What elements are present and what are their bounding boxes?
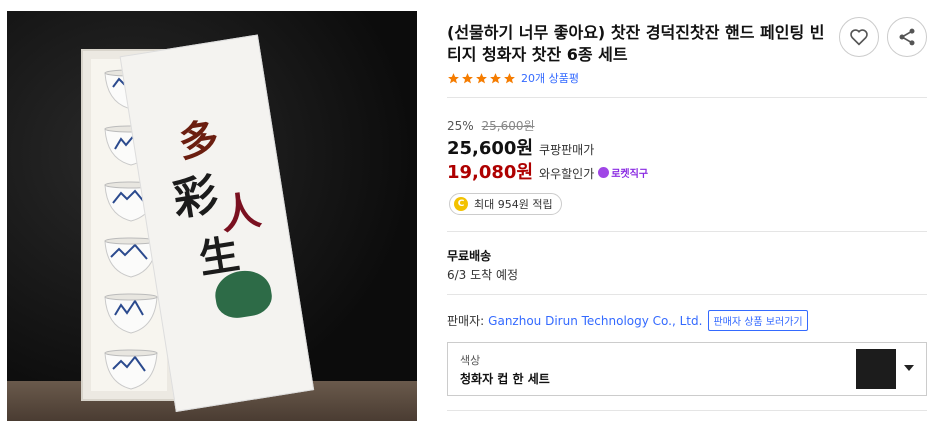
point-badge: C 최대 954원 적립 xyxy=(449,193,562,215)
teacup-6 xyxy=(104,349,158,390)
rating-stars[interactable]: 20개 상품평 xyxy=(447,70,579,86)
product-title: (선물하기 너무 좋아요) 찻잔 경덕진찻잔 핸드 페인팅 빈티지 청화자 찻잔… xyxy=(447,23,825,64)
coin-icon: C xyxy=(454,197,468,211)
wow-price: 19,080원 xyxy=(447,162,534,183)
star-icon xyxy=(476,72,487,83)
star-icon xyxy=(504,72,515,83)
product-image[interactable]: 多 彩 人 生 xyxy=(7,11,417,421)
shipping-arrival: 6/3 도착 예정 xyxy=(447,268,519,282)
teacup-5 xyxy=(104,293,158,334)
original-price: 25,600원 xyxy=(481,119,535,133)
rocket-icon xyxy=(598,167,610,178)
option-value: 청화자 컵 한 세트 xyxy=(460,372,550,386)
option-label: 색상 xyxy=(460,354,481,367)
coupang-price-row: 25,600원 쿠팡판매가 xyxy=(447,134,594,160)
review-count-link[interactable]: 20개 상품평 xyxy=(521,70,579,86)
share-button[interactable] xyxy=(887,17,927,57)
heart-outline-icon xyxy=(850,29,868,46)
divider xyxy=(447,97,927,98)
discount-info: 25% 25,600원 xyxy=(447,117,535,134)
point-text: 최대 954원 적립 xyxy=(474,198,553,211)
star-icon xyxy=(490,72,501,83)
option-select[interactable]: 색상 청화자 컵 한 세트 xyxy=(447,342,927,396)
product-info-panel: (선물하기 너무 좋아요) 찻잔 경덕진찻잔 핸드 페인팅 빈티지 청화자 찻잔… xyxy=(447,0,942,428)
seller-info: 판매자: Ganzhou Dirun Technology Co., Ltd. … xyxy=(447,310,808,331)
divider xyxy=(447,294,927,295)
discount-rate: 25% xyxy=(447,119,474,133)
wow-price-label: 와우할인가 xyxy=(539,167,595,181)
seller-label: 판매자: xyxy=(447,314,485,328)
divider xyxy=(447,410,927,411)
calligraphy-char-2: 彩 xyxy=(169,169,222,227)
chevron-down-icon xyxy=(904,365,914,371)
seller-name-link[interactable]: Ganzhou Dirun Technology Co., Ltd. xyxy=(488,314,702,328)
star-icon xyxy=(462,72,473,83)
seller-store-button[interactable]: 판매자 상품 보러가기 xyxy=(708,310,808,331)
rocket-badge: 로켓직구 xyxy=(598,165,648,180)
coupang-price: 25,600원 xyxy=(447,138,534,159)
option-thumbnail xyxy=(856,349,896,389)
coupang-price-label: 쿠팡판매가 xyxy=(539,143,595,157)
wishlist-button[interactable] xyxy=(839,17,879,57)
wow-price-row: 19,080원 와우할인가 로켓직구 xyxy=(447,158,648,184)
share-icon xyxy=(899,28,915,46)
divider xyxy=(447,231,927,232)
shipping-title: 무료배송 xyxy=(447,249,492,263)
star-icon xyxy=(448,72,459,83)
